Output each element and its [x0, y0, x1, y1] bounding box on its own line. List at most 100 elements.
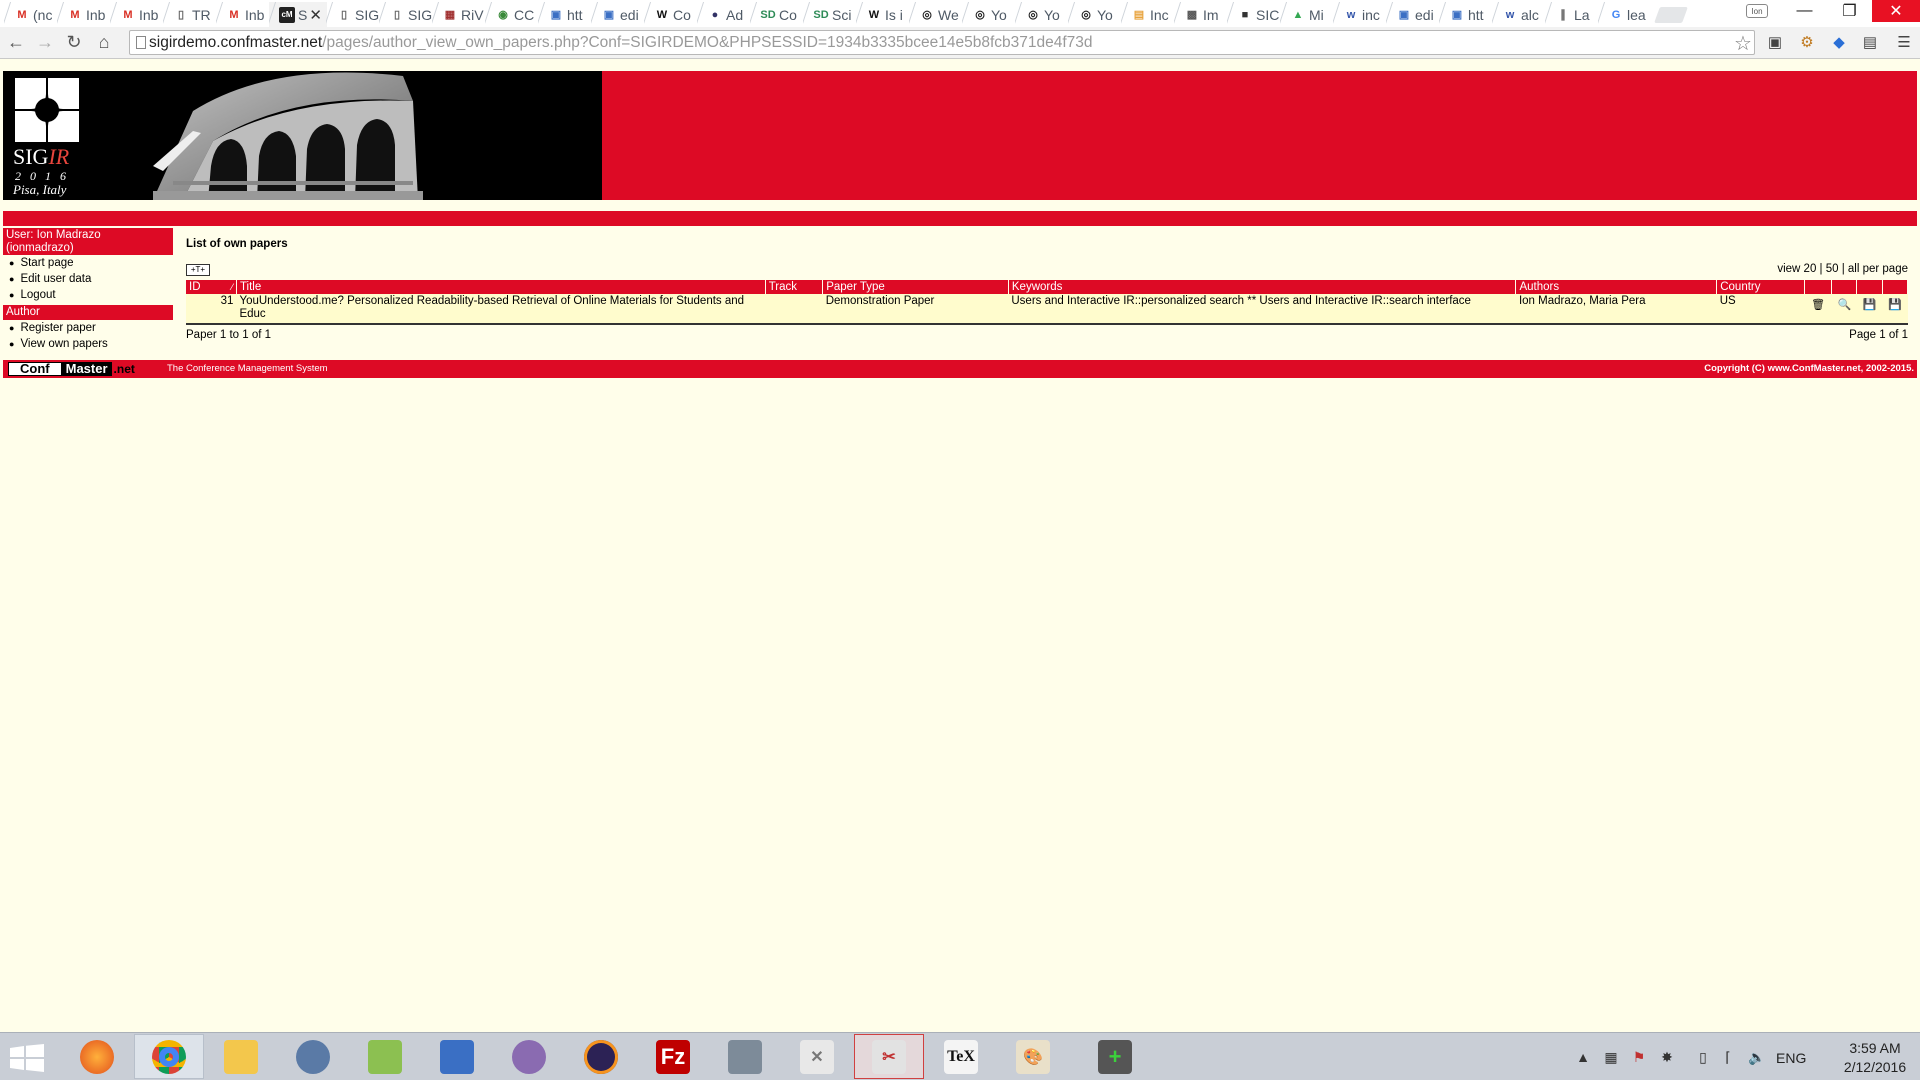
profile-icon[interactable]: Ion: [1746, 4, 1768, 18]
cast-icon[interactable]: ▣: [1765, 32, 1785, 52]
tab-17[interactable]: ◎ Yo: [962, 2, 1016, 27]
download-pdf-icon[interactable]: 💾: [1863, 299, 1877, 313]
table-header-row: ID ⁄ Title Track Paper Type Keywords Auth…: [186, 280, 1909, 294]
tab-24[interactable]: w inc: [1333, 2, 1387, 27]
tray-language[interactable]: ENG: [1776, 1050, 1806, 1066]
tab-4[interactable]: M Inb: [216, 2, 270, 27]
tab-26[interactable]: ▣ htt: [1439, 2, 1493, 27]
tray-volume-icon[interactable]: 🔈: [1748, 1048, 1766, 1066]
taskbar-explorer[interactable]: [206, 1034, 276, 1079]
tab-2[interactable]: M Inb: [110, 2, 164, 27]
sort-icon[interactable]: ⁄: [231, 280, 233, 294]
new-tab-button[interactable]: [1654, 7, 1688, 23]
tab-10[interactable]: ▣ edi: [591, 2, 645, 27]
taskbar-network[interactable]: [422, 1034, 492, 1079]
tab-5[interactable]: ▯ SIG: [326, 2, 380, 27]
tab-0[interactable]: M (nc: [4, 2, 58, 27]
w-icon: W: [656, 8, 668, 21]
cell-title[interactable]: YouUnderstood.me? Personalized Readabili…: [236, 294, 766, 325]
col-track[interactable]: Track: [765, 280, 824, 294]
sidebar-item-view-own-papers[interactable]: ● View own papers: [3, 336, 173, 352]
tab-8[interactable]: ◉ CC: [485, 2, 539, 27]
sidebar-item-register-paper[interactable]: ● Register paper: [3, 320, 173, 336]
tab-23[interactable]: ▲ Mi: [1280, 2, 1334, 27]
tab-9[interactable]: ▣ htt: [538, 2, 592, 27]
tab-29[interactable]: Glea: [1598, 2, 1652, 27]
tab-19[interactable]: ◎ Yo: [1068, 2, 1122, 27]
home-icon[interactable]: ⌂: [92, 30, 116, 54]
col-authors[interactable]: Authors: [1515, 280, 1718, 294]
taskbar-tex[interactable]: TeX: [926, 1034, 996, 1079]
tab-active[interactable]: cM S ✕: [269, 2, 327, 27]
taskbar-notepad[interactable]: [350, 1034, 420, 1079]
tray-overflow-icon[interactable]: ▲: [1574, 1048, 1592, 1066]
bookmark-star-icon[interactable]: ☆: [1734, 31, 1752, 56]
sidebar-item-start-page[interactable]: ● Start page: [3, 255, 173, 271]
sidebar-item-logout[interactable]: ● Logout: [3, 287, 173, 303]
tray-battery-icon[interactable]: ▯: [1694, 1048, 1712, 1066]
taskbar-snipping[interactable]: ✂: [854, 1034, 924, 1079]
col-paper-type[interactable]: Paper Type: [822, 280, 1009, 294]
tab-6[interactable]: ▯ SIG: [379, 2, 433, 27]
clock-date: 2/12/2016: [1843, 1059, 1907, 1075]
taskbar-chrome[interactable]: [134, 1034, 204, 1079]
tray-windows-icon[interactable]: ▦: [1602, 1048, 1620, 1066]
tab-22[interactable]: ■ SIC: [1227, 2, 1281, 27]
tray-flag-icon[interactable]: ⚑: [1630, 1048, 1648, 1066]
taskbar-app-4[interactable]: [278, 1034, 348, 1079]
forward-icon[interactable]: →: [33, 30, 57, 54]
col-title[interactable]: Title: [236, 280, 766, 294]
tab-27[interactable]: w alc: [1492, 2, 1546, 27]
tab-21[interactable]: ▩ Im: [1174, 2, 1228, 27]
tab-1[interactable]: M Inb: [57, 2, 111, 27]
close-tab-icon[interactable]: ✕: [309, 6, 322, 24]
confmaster-logo[interactable]: Conf Master .net: [8, 362, 137, 376]
browser-toolbar: ← → ↻ ⌂ sigirdemo.confmaster.net/pages/a…: [0, 27, 1920, 59]
tab-7[interactable]: ▦ RiV: [432, 2, 486, 27]
col-country[interactable]: Country: [1716, 280, 1806, 294]
taskbar-filezilla[interactable]: Fz: [638, 1034, 708, 1079]
taskbar-eclipse[interactable]: [566, 1034, 636, 1079]
tab-12[interactable]: ● Ad: [697, 2, 751, 27]
extension-icon[interactable]: ⚙: [1797, 32, 1817, 52]
tab-3[interactable]: ▯ TR: [163, 2, 217, 27]
tray-network-icon[interactable]: ⌈: [1719, 1048, 1737, 1066]
col-keywords[interactable]: Keywords: [1008, 280, 1517, 294]
close-window-icon[interactable]: ✕: [1872, 0, 1920, 22]
start-button-icon[interactable]: [10, 1044, 44, 1072]
tab-14[interactable]: SD Sci: [803, 2, 857, 27]
col-id[interactable]: ID ⁄: [186, 280, 237, 294]
view-magnifier-icon[interactable]: 🔍: [1837, 299, 1852, 313]
taskbar-remote[interactable]: [710, 1034, 780, 1079]
tab-label: Yo: [991, 6, 1007, 23]
taskbar-firefox[interactable]: [62, 1034, 132, 1079]
maximize-icon[interactable]: ❐: [1827, 0, 1872, 22]
tab-18[interactable]: ◎ Yo: [1015, 2, 1069, 27]
back-icon[interactable]: ←: [4, 30, 28, 54]
reload-icon[interactable]: ↻: [62, 30, 86, 54]
tab-28[interactable]: ∥ La: [1545, 2, 1599, 27]
delete-icon[interactable]: 🗑: [1811, 299, 1825, 313]
taskbar-pidgin[interactable]: [494, 1034, 564, 1079]
taskbar-paint[interactable]: 🎨: [998, 1034, 1068, 1079]
column-chooser-button[interactable]: +T+: [186, 264, 210, 276]
footer: Conf Master .net The Conference Management…: [3, 360, 1917, 378]
extension-box-icon[interactable]: ▤: [1860, 32, 1880, 52]
tab-15[interactable]: W Is i: [856, 2, 910, 27]
minimize-icon[interactable]: —: [1782, 0, 1827, 22]
taskbar-app-11[interactable]: ✕: [782, 1034, 852, 1079]
tray-dropbox-icon[interactable]: ✸: [1658, 1048, 1676, 1066]
taskbar-app-15[interactable]: +: [1080, 1034, 1150, 1079]
view-per-page[interactable]: view 20 | 50 | all per page: [1777, 263, 1908, 275]
download-file-icon[interactable]: 💾: [1888, 299, 1902, 313]
address-bar[interactable]: sigirdemo.confmaster.net/pages/author_vi…: [129, 30, 1755, 55]
tray-clock[interactable]: 3:59 AM 2/12/2016: [1832, 1039, 1918, 1077]
tab-25[interactable]: ▣ edi: [1386, 2, 1440, 27]
extension-diamond-icon[interactable]: ◆: [1829, 32, 1849, 52]
sidebar-item-edit-user-data[interactable]: ● Edit user data: [3, 271, 173, 287]
menu-icon[interactable]: ☰: [1894, 32, 1914, 52]
tab-11[interactable]: W Co: [644, 2, 698, 27]
tab-20[interactable]: ▤ Inc: [1121, 2, 1175, 27]
tab-16[interactable]: ◎ We: [909, 2, 963, 27]
tab-13[interactable]: SD Co: [750, 2, 804, 27]
